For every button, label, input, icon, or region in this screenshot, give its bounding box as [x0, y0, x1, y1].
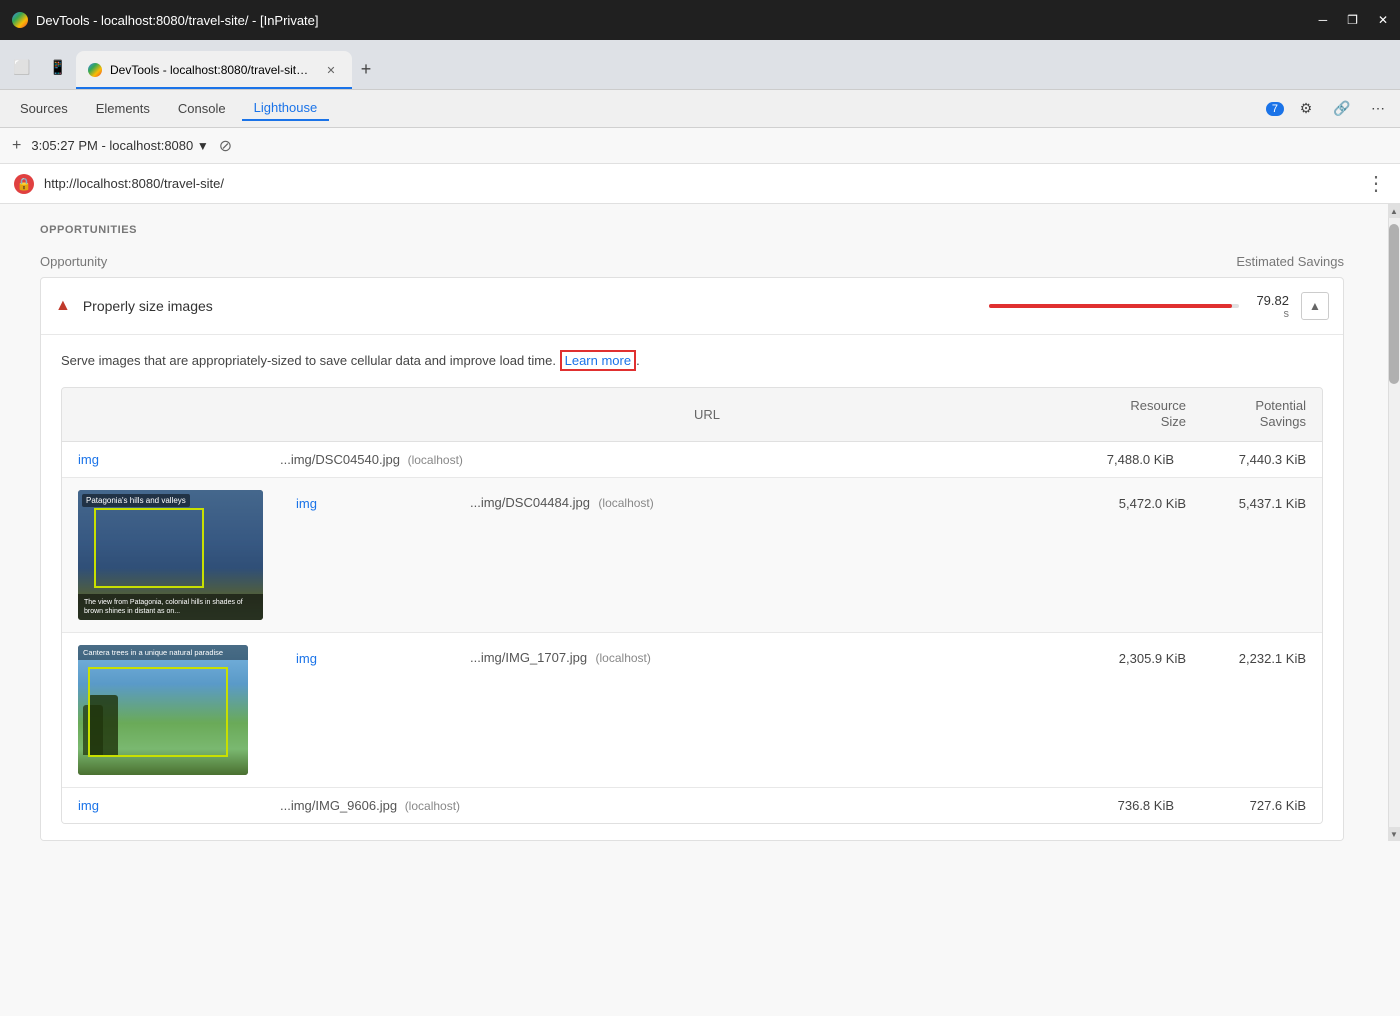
device-toolbar-icon[interactable]: 📱	[44, 53, 72, 81]
section-title: OPPORTUNITIES	[40, 224, 1344, 236]
row3-potential-savings: 2,232.1 KiB	[1186, 651, 1306, 666]
thumbnail-image: Patagonia's hills and valleys The view f…	[78, 490, 263, 620]
row1-img-label[interactable]: img	[78, 452, 268, 467]
row4-resource-size: 736.8 KiB	[1054, 798, 1174, 813]
screen-cast-icon[interactable]: 🔗	[1328, 95, 1356, 123]
thumbnail-image-2: Cantera trees in a unique natural paradi…	[78, 645, 248, 775]
title-text: DevTools - localhost:8080/travel-site/ -…	[36, 13, 319, 28]
console-nav-item[interactable]: Console	[166, 97, 238, 120]
more-icon[interactable]: ⋯	[1364, 95, 1392, 123]
table-header: URL ResourceSize PotentialSavings	[62, 388, 1322, 443]
card-description: Serve images that are appropriately-size…	[61, 351, 1323, 371]
add-tab-icon[interactable]: +	[12, 137, 21, 155]
thumb-text: Patagonia's hills and valleys	[82, 494, 190, 507]
thumb-selection-rect	[94, 508, 204, 588]
minimize-button[interactable]: ─	[1319, 13, 1328, 27]
devtools-nav: Sources Elements Console Lighthouse 7 ⚙ …	[0, 90, 1400, 128]
opportunity-header: Opportunity	[40, 254, 1236, 269]
row1-resource-size: 7,488.0 KiB	[1054, 452, 1174, 467]
tab-bar: ⬜ 📱 DevTools - localhost:8080/travel-sit…	[0, 40, 1400, 90]
row3-thumbnail: Cantera trees in a unique natural paradi…	[78, 645, 248, 775]
row4-url-note: (localhost)	[405, 799, 460, 813]
lighthouse-nav-item[interactable]: Lighthouse	[242, 96, 330, 121]
row2-url-note: (localhost)	[598, 496, 653, 510]
new-tab-button[interactable]: +	[352, 55, 380, 83]
time-display: 3:05:27 PM - localhost:8080 ▼	[31, 138, 208, 153]
row2-thumbnail-col: Patagonia's hills and valleys The view f…	[78, 490, 268, 620]
scrollbar-track: ▲ ▼	[1388, 204, 1400, 841]
row3-resource-size: 2,305.9 KiB	[1066, 651, 1186, 666]
card-body: Serve images that are appropriately-size…	[41, 335, 1343, 840]
row3-url: ...img/IMG_1707.jpg	[470, 650, 587, 665]
settings-icon[interactable]: ⚙	[1292, 95, 1320, 123]
row1-url: ...img/DSC04540.jpg (localhost)	[280, 452, 1042, 467]
tab-label: DevTools - localhost:8080/travel-site/ -…	[110, 63, 310, 77]
potential-savings-column-header: PotentialSavings	[1186, 398, 1306, 432]
screen-cast-icon[interactable]: ⬜	[8, 53, 36, 81]
savings-value: 79.82	[1249, 293, 1289, 308]
close-button[interactable]: ✕	[1378, 13, 1388, 27]
main-content: ▲ ▼ OPPORTUNITIES Opportunity Estimated …	[0, 204, 1400, 1016]
security-icon: 🔒	[14, 174, 34, 194]
devtools-tab[interactable]: DevTools - localhost:8080/travel-site/ -…	[76, 51, 352, 89]
stop-icon[interactable]: ⊘	[219, 136, 232, 156]
card-header: ▲ Properly size images 79.82 s ▲	[41, 278, 1343, 335]
tab-close-button[interactable]: ✕	[322, 61, 340, 79]
collapse-toggle-button[interactable]: ▲	[1301, 292, 1329, 320]
table-row: img ...img/DSC04540.jpg (localhost) 7,48…	[62, 442, 1322, 478]
learn-more-period: .	[636, 353, 640, 368]
row2-resource-size: 5,472.0 KiB	[1066, 496, 1186, 511]
table-row: Patagonia's hills and valleys The view f…	[62, 478, 1322, 633]
thumb-selection-rect-2	[88, 667, 228, 757]
row3-url-note: (localhost)	[596, 651, 651, 665]
row4-url: ...img/IMG_9606.jpg (localhost)	[280, 798, 1042, 813]
row4-potential-savings: 727.6 KiB	[1186, 798, 1306, 813]
thumb-caption: The view from Patagonia, colonial hills …	[78, 594, 263, 620]
row1-url-note: (localhost)	[408, 453, 463, 467]
scroll-down-arrow[interactable]: ▼	[1388, 827, 1400, 841]
more-options-button[interactable]: ⋮	[1366, 171, 1386, 196]
tab-icon	[88, 63, 102, 77]
dropdown-arrow[interactable]: ▼	[197, 139, 209, 153]
row3-thumbnail-col: Cantera trees in a unique natural paradi…	[78, 645, 268, 775]
table-row: img ...img/IMG_9606.jpg (localhost) 736.…	[62, 788, 1322, 823]
savings-progress-bar	[989, 304, 1239, 308]
row1-potential-savings: 7,440.3 KiB	[1186, 452, 1306, 467]
issues-badge[interactable]: 7	[1266, 102, 1284, 116]
elements-nav-item[interactable]: Elements	[84, 97, 162, 120]
warning-icon: ▲	[55, 297, 71, 315]
restore-button[interactable]: ❐	[1347, 13, 1358, 27]
table-row: Cantera trees in a unique natural paradi…	[62, 633, 1322, 788]
row2-thumbnail: Patagonia's hills and valleys The view f…	[78, 490, 263, 620]
row2-img-label[interactable]: img	[280, 496, 470, 511]
card-title: Properly size images	[83, 298, 977, 314]
app-icon	[12, 12, 28, 28]
savings-bar-fill	[989, 304, 1232, 308]
url-display: http://localhost:8080/travel-site/	[44, 176, 224, 191]
address-bar: + 3:05:27 PM - localhost:8080 ▼ ⊘	[0, 128, 1400, 164]
opportunity-card: ▲ Properly size images 79.82 s ▲ Serve i…	[40, 277, 1344, 841]
url-bar: 🔒 http://localhost:8080/travel-site/ ⋮	[0, 164, 1400, 204]
resource-size-column-header: ResourceSize	[1066, 398, 1186, 432]
scrollbar-thumb[interactable]	[1389, 224, 1399, 384]
row3-img-label[interactable]: img	[280, 651, 470, 666]
title-bar: DevTools - localhost:8080/travel-site/ -…	[0, 0, 1400, 40]
row2-url: ...img/DSC04484.jpg	[470, 495, 590, 510]
estimated-savings-header: Estimated Savings	[1236, 254, 1344, 269]
sources-nav-item[interactable]: Sources	[8, 97, 80, 120]
url-column-header: URL	[268, 407, 1066, 422]
row4-img-label[interactable]: img	[78, 798, 268, 813]
savings-bar-container: 79.82 s	[989, 293, 1289, 320]
resource-table: URL ResourceSize PotentialSavings img ..…	[61, 387, 1323, 825]
row2-potential-savings: 5,437.1 KiB	[1186, 496, 1306, 511]
column-headers: Opportunity Estimated Savings	[40, 250, 1344, 277]
learn-more-link[interactable]: Learn more	[560, 350, 636, 371]
scroll-up-arrow[interactable]: ▲	[1388, 204, 1400, 218]
savings-unit: s	[1284, 308, 1290, 320]
